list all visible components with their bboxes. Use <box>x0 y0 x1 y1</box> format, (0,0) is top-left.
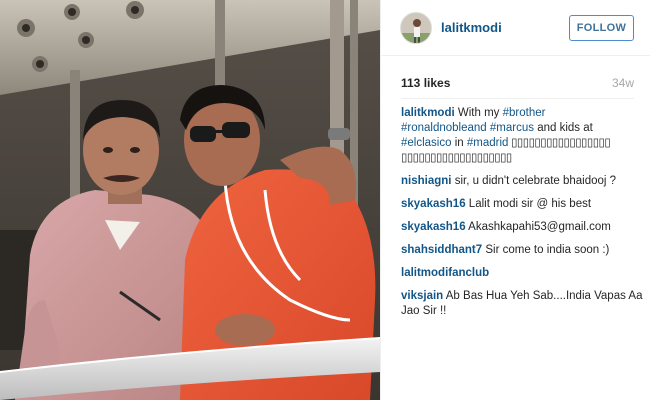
comment: viksjain Ab Bas Hua Yeh Sab....India Vap… <box>401 289 643 319</box>
comment-text: Sir come to india soon :) <box>485 244 610 256</box>
post-age: 34w <box>611 76 634 90</box>
comment: lalitmodifanclub <box>401 266 643 281</box>
hashtag-brother[interactable]: #brother <box>503 107 546 119</box>
comment-text: sir, u didn't celebrate bhaidooj ? <box>454 175 617 187</box>
hashtag-marcus[interactable]: #marcus <box>490 122 534 134</box>
comment-text: Akashkapahi53@gmail.com <box>468 221 611 233</box>
user-avatar[interactable] <box>400 12 432 44</box>
caption-text-1: With my <box>457 107 503 119</box>
caption-emoji-2: ▯▯▯▯▯▯▯▯▯▯▯▯▯▯▯▯▯▯▯ <box>401 152 512 164</box>
avatar-icon <box>401 13 431 43</box>
post-meta: 113 likes 34w <box>401 76 634 92</box>
post-sidebar: lalitkmodi FOLLOW 113 likes 34w lalitkmo… <box>380 0 650 400</box>
hashtag-madrid[interactable]: #madrid <box>467 137 509 149</box>
comment: skyakash16 Lalit modi sir @ his best <box>401 197 643 212</box>
comment-username[interactable]: nishiagni <box>401 175 451 187</box>
post-photo[interactable] <box>0 0 380 400</box>
comment-username[interactable]: skyakash16 <box>401 221 466 233</box>
comment-username[interactable]: shahsiddhant7 <box>401 244 482 256</box>
caption-emoji-1: ▯▯▯▯▯▯▯▯▯▯▯▯▯▯▯▯▯ <box>508 137 611 149</box>
hashtag-ronaldnobleand[interactable]: #ronaldnobleand <box>401 122 487 134</box>
caption-username[interactable]: lalitkmodi <box>401 107 455 119</box>
photo-illustration <box>0 0 380 400</box>
post-header: lalitkmodi FOLLOW <box>381 0 650 56</box>
comment: shahsiddhant7 Sir come to india soon :) <box>401 243 643 258</box>
comment-list: lalitkmodi With my #brother #ronaldnoble… <box>401 106 643 327</box>
caption: lalitkmodi With my #brother #ronaldnoble… <box>401 106 643 166</box>
divider <box>401 98 634 99</box>
post-username[interactable]: lalitkmodi <box>441 20 502 35</box>
comment-username[interactable]: viksjain <box>401 290 443 302</box>
hashtag-elclasico[interactable]: #elclasico <box>401 137 452 149</box>
comment-username[interactable]: lalitmodifanclub <box>401 267 489 279</box>
likes-count[interactable]: 113 likes <box>401 76 450 90</box>
comment-username[interactable]: skyakash16 <box>401 198 466 210</box>
comment: nishiagni sir, u didn't celebrate bhaido… <box>401 174 643 189</box>
follow-button[interactable]: FOLLOW <box>569 15 634 41</box>
caption-text-2: and kids at <box>534 122 593 134</box>
comment: skyakash16 Akashkapahi53@gmail.com <box>401 220 643 235</box>
comment-text: Lalit modi sir @ his best <box>468 198 592 210</box>
caption-text-3: in <box>451 137 467 149</box>
